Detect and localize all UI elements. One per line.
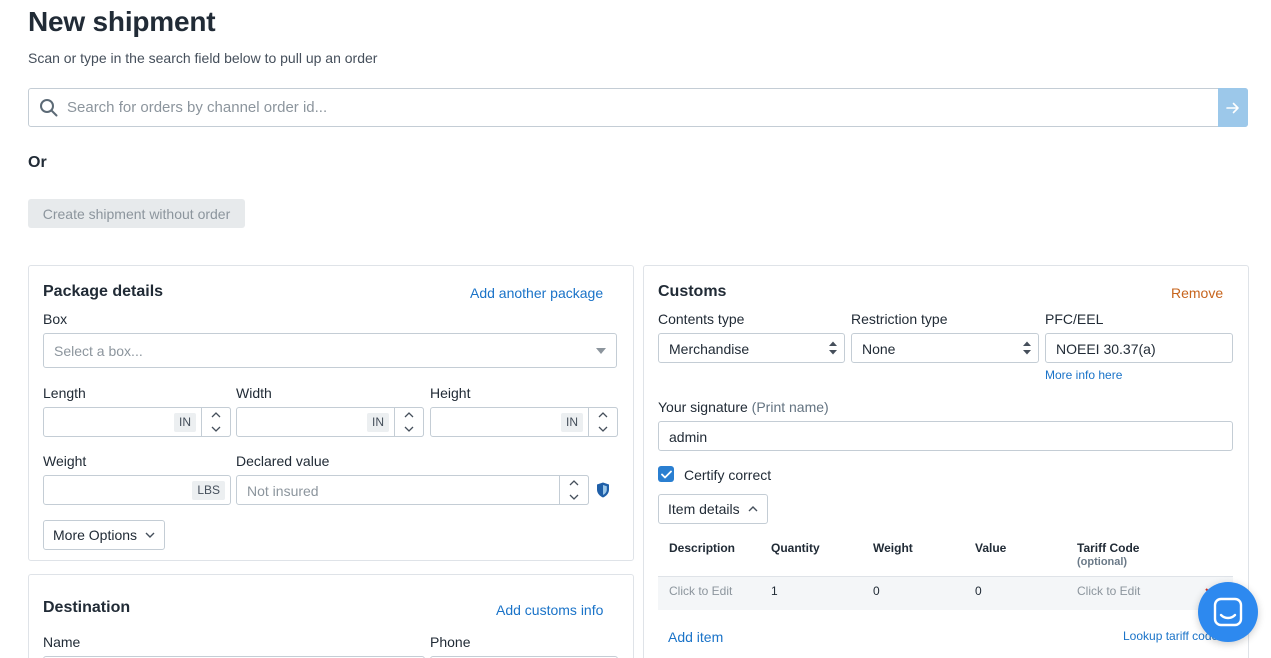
page-title: New shipment — [28, 6, 216, 37]
length-input[interactable]: IN — [43, 407, 231, 437]
weight-unit-badge: LBS — [192, 481, 225, 500]
width-label: Width — [236, 385, 272, 401]
length-label: Length — [43, 385, 86, 401]
signature-label: Your signature (Print name) — [658, 399, 829, 415]
remove-customs-link[interactable]: Remove — [1171, 285, 1223, 301]
cell-description[interactable]: Click to Edit — [669, 584, 732, 598]
declared-value-input[interactable]: Not insured — [236, 475, 589, 505]
page-subtitle: Scan or type in the search field below t… — [28, 50, 378, 66]
declared-value-stepper[interactable] — [559, 475, 589, 505]
cell-tariff-code[interactable]: Click to Edit — [1077, 584, 1140, 598]
column-weight: Weight — [873, 541, 913, 555]
pfc-input[interactable]: NOEEI 30.37(a) — [1045, 333, 1233, 363]
contents-type-value: Merchandise — [669, 341, 750, 357]
chat-launcher-button[interactable] — [1198, 582, 1258, 642]
pfc-label: PFC/EEL — [1045, 311, 1104, 327]
declared-value-label: Declared value — [236, 453, 330, 469]
signature-input[interactable]: admin — [658, 421, 1233, 451]
item-details-label: Item details — [668, 501, 740, 517]
checkmark-icon — [660, 470, 672, 478]
stepper-down-icon[interactable] — [202, 422, 230, 436]
restriction-type-value: None — [862, 341, 896, 357]
cell-weight[interactable]: 0 — [873, 584, 880, 598]
create-shipment-without-order-button[interactable]: Create shipment without order — [28, 199, 245, 228]
table-row: Click to Edit 1 0 0 Click to Edit — [658, 576, 1233, 610]
box-label: Box — [43, 311, 68, 327]
sort-arrows-icon — [829, 341, 837, 355]
stepper-down-icon[interactable] — [395, 422, 423, 436]
height-stepper[interactable] — [588, 407, 618, 437]
signature-value: admin — [669, 429, 708, 445]
height-input[interactable]: IN — [430, 407, 618, 437]
sort-arrows-icon — [1023, 341, 1031, 355]
declared-value-placeholder: Not insured — [247, 483, 319, 499]
width-stepper[interactable] — [394, 407, 424, 437]
cell-value[interactable]: 0 — [975, 584, 982, 598]
customs-title: Customs — [658, 283, 727, 300]
height-unit-badge: IN — [561, 413, 583, 432]
shield-icon[interactable] — [596, 482, 610, 498]
stepper-up-icon[interactable] — [202, 408, 230, 422]
chat-icon — [1213, 597, 1243, 627]
width-unit-badge: IN — [367, 413, 389, 432]
stepper-down-icon[interactable] — [560, 490, 588, 504]
stepper-down-icon[interactable] — [589, 422, 617, 436]
add-another-package-link[interactable]: Add another package — [470, 285, 603, 301]
package-details-title: Package details — [43, 283, 164, 300]
box-select-placeholder: Select a box... — [54, 343, 143, 359]
chevron-down-icon — [145, 532, 155, 538]
weight-label: Weight — [43, 453, 87, 469]
box-select[interactable]: Select a box... — [43, 333, 617, 368]
order-search-bar — [28, 88, 1248, 127]
pfc-value: NOEEI 30.37(a) — [1056, 341, 1156, 357]
search-submit-button[interactable] — [1218, 88, 1248, 127]
length-unit-badge: IN — [174, 413, 196, 432]
certify-label[interactable]: Certify correct — [684, 467, 771, 483]
stepper-up-icon[interactable] — [560, 476, 588, 490]
stepper-up-icon[interactable] — [589, 408, 617, 422]
arrow-right-icon — [1226, 102, 1239, 113]
column-quantity: Quantity — [771, 541, 820, 555]
more-info-link[interactable]: More info here — [1045, 368, 1122, 382]
search-icon — [40, 99, 58, 117]
width-input[interactable]: IN — [236, 407, 424, 437]
column-description: Description — [669, 541, 736, 555]
stepper-up-icon[interactable] — [395, 408, 423, 422]
add-customs-info-link[interactable]: Add customs info — [496, 602, 603, 618]
signature-label-text: Your signature — [658, 399, 748, 415]
restriction-type-label: Restriction type — [851, 311, 948, 327]
weight-input[interactable]: LBS — [43, 475, 231, 505]
cell-quantity[interactable]: 1 — [771, 584, 778, 598]
length-stepper[interactable] — [201, 407, 231, 437]
height-label: Height — [430, 385, 471, 401]
more-options-label: More Options — [53, 527, 138, 543]
destination-name-label: Name — [43, 634, 81, 650]
caret-down-icon — [596, 348, 606, 354]
contents-type-select[interactable]: Merchandise — [658, 333, 845, 363]
restriction-type-select[interactable]: None — [851, 333, 1039, 363]
destination-title: Destination — [43, 599, 131, 616]
order-search-input[interactable] — [67, 90, 1207, 125]
column-tariff-optional: (optional) — [1077, 556, 1128, 568]
add-item-link[interactable]: Add item — [668, 629, 723, 645]
destination-phone-label: Phone — [430, 634, 471, 650]
column-tariff-code: Tariff Code (optional) — [1077, 541, 1139, 568]
column-tariff-code-label: Tariff Code — [1077, 541, 1140, 555]
or-label: Or — [28, 154, 47, 171]
signature-hint: (Print name) — [751, 399, 829, 415]
item-details-toggle[interactable]: Item details — [658, 494, 768, 524]
chevron-up-icon — [748, 506, 758, 512]
contents-type-label: Contents type — [658, 311, 745, 327]
more-options-button[interactable]: More Options — [43, 520, 166, 550]
column-value: Value — [975, 541, 1007, 555]
certify-checkbox[interactable] — [658, 466, 674, 482]
